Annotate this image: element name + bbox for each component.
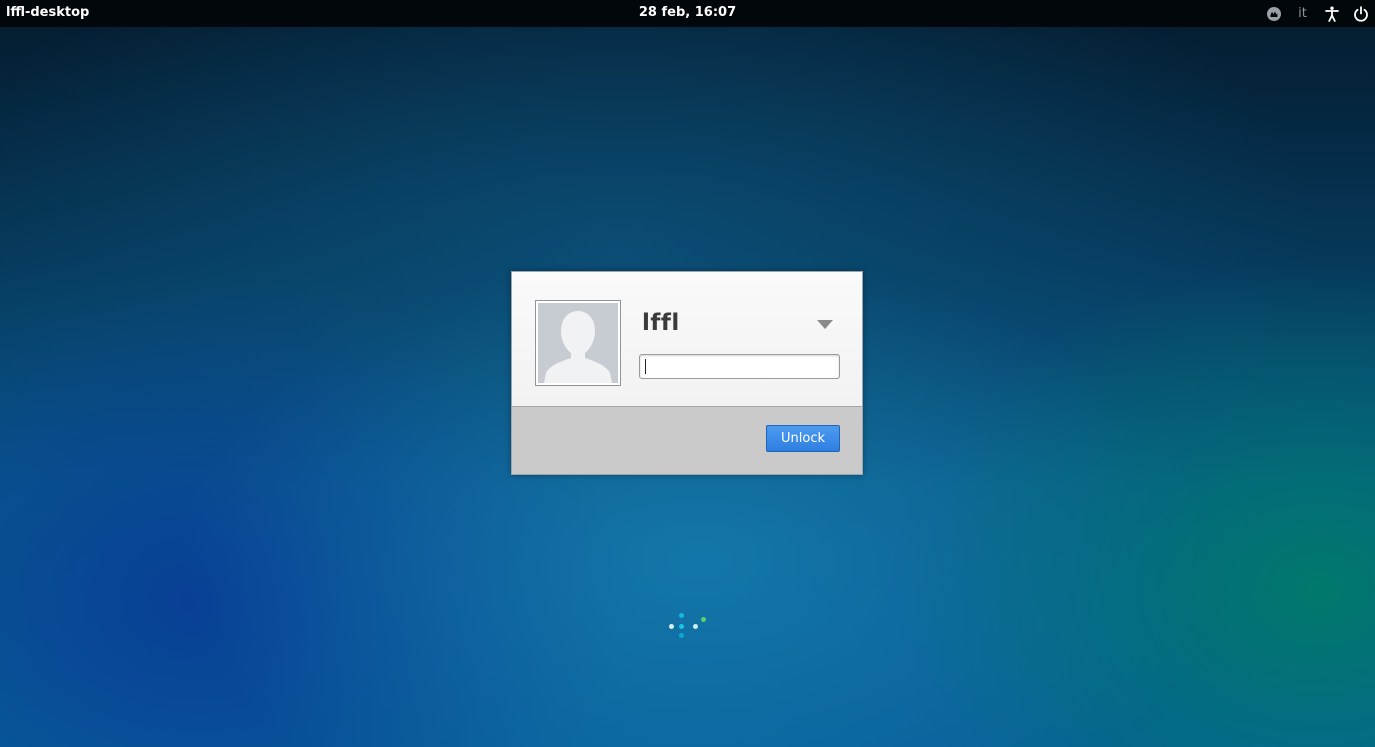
spinner-dot [701, 617, 706, 622]
dialog-user-area: lffl [512, 272, 862, 407]
spinner-dot [679, 624, 684, 629]
spinner-dot [669, 624, 674, 629]
unlock-button[interactable]: Unlock [766, 425, 840, 452]
power-icon[interactable] [1346, 0, 1375, 27]
avatar [535, 300, 621, 386]
accessibility-icon[interactable] [1317, 0, 1346, 27]
keyboard-layout-indicator[interactable]: it [1288, 0, 1317, 27]
default-user-silhouette-icon [538, 303, 618, 383]
clock[interactable]: 28 feb, 16:07 [639, 5, 736, 20]
top-panel: lffl-desktop 28 feb, 16:07 it [0, 0, 1375, 27]
password-input[interactable] [639, 354, 840, 379]
host-name: lffl-desktop [6, 5, 90, 20]
clock-container: 28 feb, 16:07 [0, 5, 1375, 20]
spinner-dot [679, 633, 684, 638]
triangle-down-icon [817, 319, 833, 329]
user-name: lffl [642, 310, 680, 336]
user-switch-dropdown[interactable] [814, 316, 836, 332]
lock-screen: { "panel": { "host_name": "lffl-desktop"… [0, 0, 1375, 747]
dialog-button-area: Unlock [512, 407, 862, 474]
unlock-dialog: lffl Unlock [511, 271, 863, 475]
system-indicators: it [1259, 0, 1375, 27]
loading-spinner [664, 612, 710, 642]
session-indicator-icon[interactable] [1259, 0, 1288, 27]
spinner-dot [679, 613, 684, 618]
spinner-dot [693, 624, 698, 629]
